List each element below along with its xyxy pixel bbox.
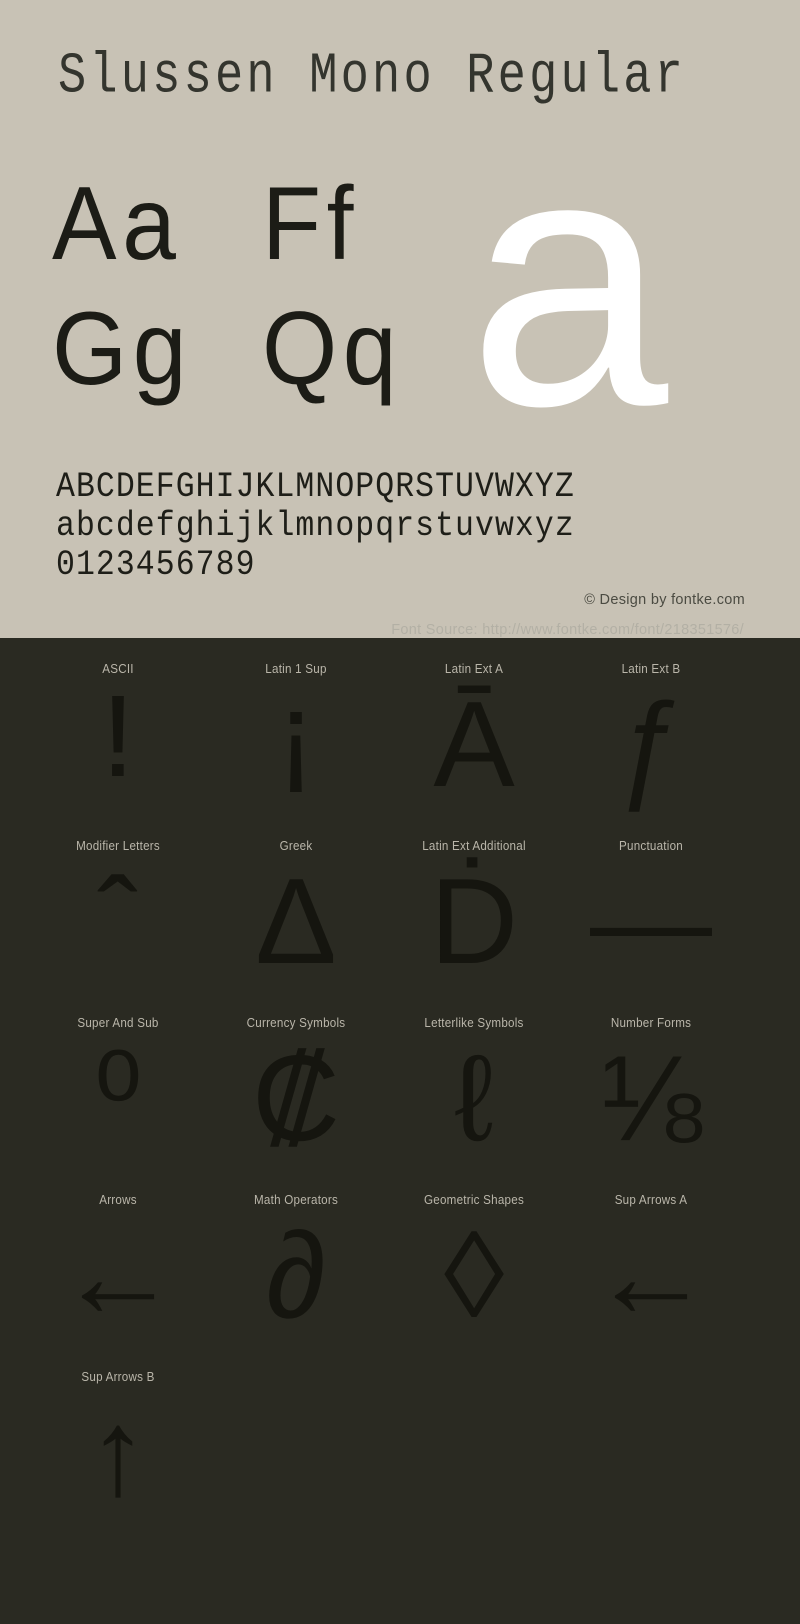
unicode-block-glyph: ⅛ — [600, 1030, 702, 1166]
sample-pair-Gg: Gg — [52, 291, 193, 407]
sample-pair-Qq: Qq — [262, 291, 403, 407]
unicode-block-super-and-sub[interactable]: Super And Sub ⁰ — [29, 1002, 207, 1179]
unicode-block-glyph: ℓ — [454, 1030, 494, 1166]
specimen-panel: Slussen Mono Regular Aa Ff Gg Qq a ABCDE… — [0, 0, 800, 638]
unicode-block-glyph: ƒ — [617, 676, 685, 812]
unicode-block-glyph: ˆ — [97, 853, 139, 989]
unicode-block-math-operators[interactable]: Math Operators ∂ — [207, 1179, 385, 1356]
unicode-block-letterlike-symbols[interactable]: Letterlike Symbols ℓ — [385, 1002, 563, 1179]
hero-glyph-a: a — [468, 130, 669, 430]
unicode-block-ascii[interactable]: ASCII ! — [29, 648, 207, 825]
unicode-block-latin-ext-b[interactable]: Latin Ext B ƒ — [562, 648, 740, 825]
sample-pair-Aa: Aa — [52, 166, 182, 282]
unicode-block-glyph: ₡ — [251, 1030, 341, 1166]
unicode-block-glyph: — — [590, 853, 712, 989]
unicode-block-modifier-letters[interactable]: Modifier Letters ˆ — [29, 825, 207, 1002]
alphabet-block: ABCDEFGHIJKLMNOPQRSTUVWXYZ abcdefghijklm… — [56, 466, 756, 585]
alphabet-lowercase-row: abcdefghijklmnopqrstuvwxyz — [56, 507, 575, 547]
unicode-block-glyph: Ḋ — [429, 853, 519, 989]
unicode-block-glyph: ↑ — [87, 1384, 149, 1520]
unicode-block-currency-symbols[interactable]: Currency Symbols ₡ — [207, 1002, 385, 1179]
unicode-block-latin-ext-a[interactable]: Latin Ext A Ā — [385, 648, 563, 825]
unicode-block-row: ASCII ! Latin 1 Sup ¡ Latin Ext A Ā Lati… — [0, 648, 800, 825]
copyright-notice: © Design by fontke.com — [584, 592, 745, 608]
font-source-url[interactable]: Font Source: http://www.fontke.com/font/… — [391, 622, 744, 638]
unicode-block-glyph: ∂ — [265, 1207, 327, 1343]
unicode-block-arrows[interactable]: Arrows ← — [29, 1179, 207, 1356]
alphabet-uppercase-row: ABCDEFGHIJKLMNOPQRSTUVWXYZ — [56, 468, 575, 508]
unicode-block-glyph: ¡ — [259, 674, 333, 813]
unicode-block-geometric-shapes[interactable]: Geometric Shapes ◊ — [385, 1179, 563, 1356]
sample-pair-row: Aa Ff — [52, 168, 472, 293]
unicode-block-greek[interactable]: Greek Δ — [207, 825, 385, 1002]
unicode-block-sup-arrows-b[interactable]: Sup Arrows B ↑ — [29, 1356, 207, 1533]
unicode-block-glyph: ← — [590, 1207, 712, 1343]
unicode-block-number-forms[interactable]: Number Forms ⅛ — [562, 1002, 740, 1179]
sample-letter-pairs: Aa Ff Gg Qq — [52, 168, 472, 418]
unicode-block-row: Super And Sub ⁰ Currency Symbols ₡ Lette… — [0, 1002, 800, 1179]
unicode-block-glyph: ← — [57, 1207, 179, 1343]
unicode-block-latin-ext-additional[interactable]: Latin Ext Additional Ḋ — [385, 825, 563, 1002]
unicode-block-glyph: Δ — [255, 853, 337, 989]
unicode-block-latin-1-sup[interactable]: Latin 1 Sup ¡ — [207, 648, 385, 825]
font-title: Slussen Mono Regular — [58, 45, 687, 110]
unicode-block-sup-arrows-a[interactable]: Sup Arrows A ← — [562, 1179, 740, 1356]
unicode-blocks-grid: ASCII ! Latin 1 Sup ¡ Latin Ext A Ā Lati… — [0, 648, 800, 1533]
unicode-block-glyph: Ā — [433, 676, 515, 812]
unicode-block-glyph: ⁰ — [93, 1030, 143, 1166]
sample-pair-row: Gg Qq — [52, 293, 472, 418]
unicode-block-row: Arrows ← Math Operators ∂ Geometric Shap… — [0, 1179, 800, 1356]
sample-pair-Ff: Ff — [262, 166, 360, 282]
unicode-block-row: Modifier Letters ˆ Greek Δ Latin Ext Add… — [0, 825, 800, 1002]
alphabet-digits-row: 0123456789 — [56, 546, 256, 586]
unicode-block-punctuation[interactable]: Punctuation — — [562, 825, 740, 1002]
unicode-block-glyph: ◊ — [443, 1207, 505, 1343]
unicode-block-glyph: ! — [81, 674, 155, 813]
unicode-block-row: Sup Arrows B ↑ — [0, 1356, 800, 1533]
